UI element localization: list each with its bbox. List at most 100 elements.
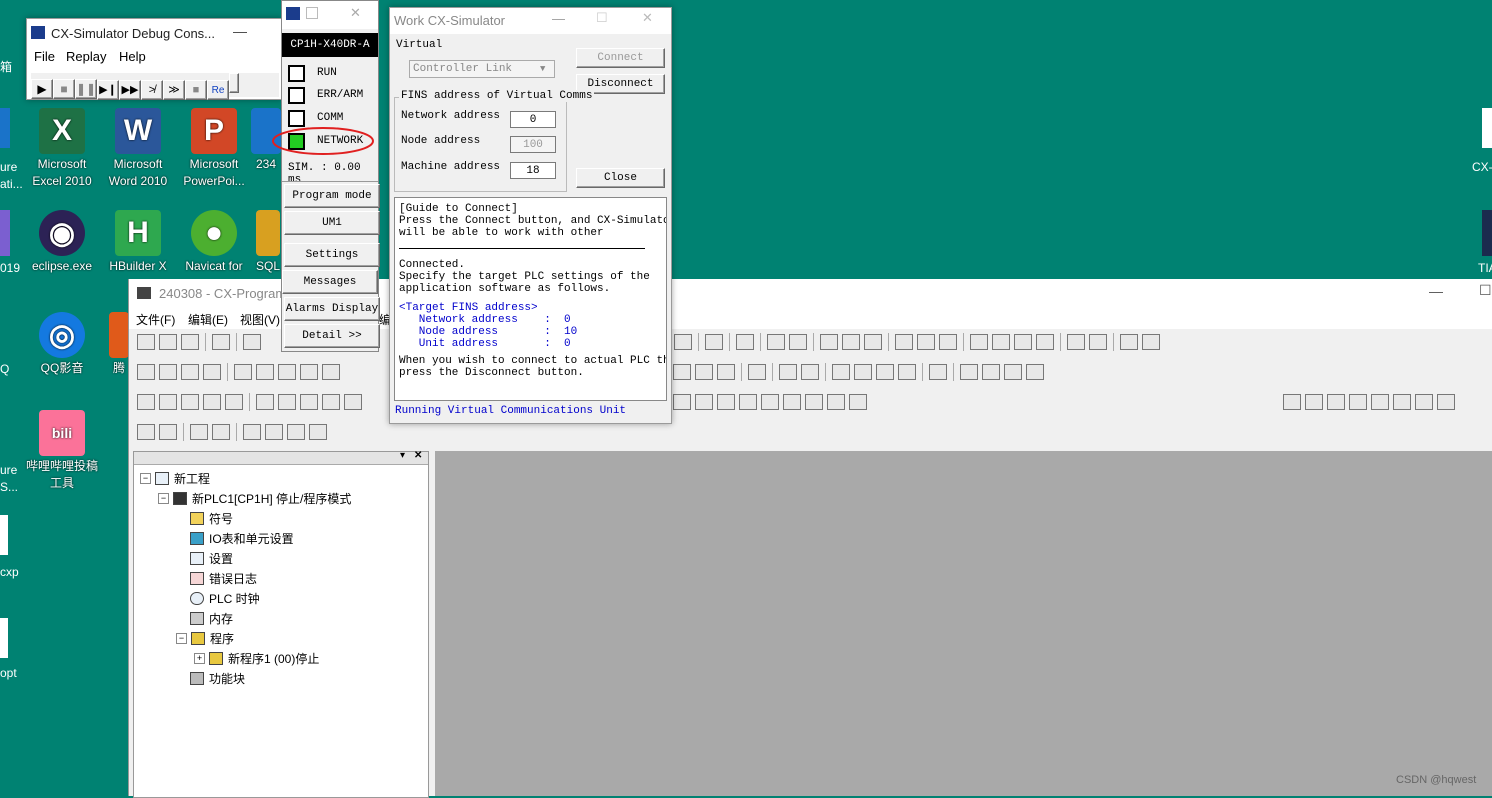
tool-icon[interactable] xyxy=(1415,394,1433,410)
io-icon[interactable] xyxy=(1025,364,1044,380)
network-address-field[interactable]: 0 xyxy=(510,111,556,128)
partial-file-icon[interactable] xyxy=(0,618,8,658)
align-icon[interactable] xyxy=(212,424,230,440)
node-address-field[interactable]: 100 xyxy=(510,136,556,153)
reset-icon[interactable] xyxy=(938,334,957,350)
list-icon[interactable] xyxy=(278,364,296,380)
step-icon[interactable] xyxy=(782,394,801,410)
menu-help[interactable]: Help xyxy=(119,49,146,64)
menu-file[interactable]: 文件(F) xyxy=(136,311,175,328)
zoom-in-icon[interactable] xyxy=(181,364,199,380)
minimize-button[interactable]: — xyxy=(552,11,565,26)
instr-icon[interactable] xyxy=(778,364,797,380)
fast-forward-icon[interactable] xyxy=(826,394,845,410)
select-icon[interactable] xyxy=(137,364,155,380)
expand-icon[interactable]: + xyxy=(194,653,205,664)
verify-icon[interactable] xyxy=(863,334,882,350)
tree-root[interactable]: − 新工程 xyxy=(140,470,210,487)
tool-icon[interactable] xyxy=(1305,394,1323,410)
partial-app-icon[interactable] xyxy=(0,108,10,148)
detail-button[interactable]: Detail >> xyxy=(284,324,380,348)
partial-file-icon[interactable] xyxy=(0,515,8,555)
tool-icon[interactable] xyxy=(1141,334,1160,350)
sim-icon[interactable] xyxy=(672,394,691,410)
stop-icon[interactable]: ■ xyxy=(53,79,75,99)
tool-icon[interactable] xyxy=(287,424,305,440)
tree-item-settings[interactable]: 设置 xyxy=(190,550,233,567)
skip-icon[interactable]: ≫ xyxy=(163,80,185,100)
stop-icon[interactable] xyxy=(716,394,735,410)
grid-icon[interactable] xyxy=(234,364,252,380)
view-icon[interactable] xyxy=(1013,334,1032,350)
collapse-icon[interactable]: − xyxy=(176,633,187,644)
window-icon[interactable] xyxy=(203,394,221,410)
ladder-icon[interactable] xyxy=(300,364,318,380)
word-desktop-icon[interactable]: W Microsoft Word 2010 xyxy=(98,108,178,190)
record-icon[interactable]: ■ xyxy=(185,80,207,100)
monitor-icon[interactable] xyxy=(673,334,692,350)
tencent-desktop-icon[interactable]: 腾 xyxy=(108,312,130,377)
qq-player-desktop-icon[interactable]: ◎ QQ影音 xyxy=(22,312,102,377)
line-icon[interactable] xyxy=(716,364,735,380)
play-icon[interactable] xyxy=(694,394,713,410)
menu-replay[interactable]: Replay xyxy=(66,49,106,64)
tree-item-error-log[interactable]: 错误日志 xyxy=(190,570,257,587)
tree-item-plc-clock[interactable]: PLC 时钟 xyxy=(190,590,260,607)
window-icon[interactable] xyxy=(322,394,340,410)
window-icon[interactable] xyxy=(256,394,274,410)
io-icon[interactable] xyxy=(981,364,1000,380)
tool-icon[interactable] xyxy=(1437,394,1455,410)
fast-forward-icon[interactable]: ▶▶ xyxy=(119,80,141,100)
replay-icon[interactable]: Re xyxy=(207,80,229,100)
io-icon[interactable] xyxy=(928,364,947,380)
hbuilder-desktop-icon[interactable]: H HBuilder X xyxy=(98,210,178,275)
tree-plc[interactable]: − 新PLC1[CP1H] 停止/程序模式 xyxy=(158,490,351,507)
window-icon[interactable] xyxy=(300,394,318,410)
collapse-icon[interactable]: − xyxy=(158,493,169,504)
transfer-icon[interactable] xyxy=(704,334,723,350)
skip-icon[interactable] xyxy=(848,394,867,410)
window-icon[interactable] xyxy=(181,394,199,410)
close-button[interactable]: ✕ xyxy=(350,5,361,21)
tree-item-io-table[interactable]: IO表和单元设置 xyxy=(190,530,294,547)
io-icon[interactable] xyxy=(959,364,978,380)
eclipse-desktop-icon[interactable]: ◉ eclipse.exe xyxy=(22,210,102,275)
view-icon[interactable] xyxy=(1035,334,1054,350)
pause-icon[interactable]: ❚❚ xyxy=(75,79,97,99)
zoom-out-icon[interactable] xyxy=(203,364,221,380)
tree-item-function-blocks[interactable]: 功能块 xyxy=(190,670,245,687)
alarms-display-button[interactable]: Alarms Display xyxy=(284,297,380,321)
window-icon[interactable] xyxy=(225,394,243,410)
set-icon[interactable] xyxy=(916,334,935,350)
virtual-select[interactable]: Controller Link ▼ xyxy=(409,60,555,78)
excel-desktop-icon[interactable]: X Microsoft Excel 2010 xyxy=(22,108,102,190)
new-icon[interactable] xyxy=(137,334,155,350)
settings-button[interactable]: Settings xyxy=(284,243,380,267)
instr-icon[interactable] xyxy=(800,364,819,380)
connect-button[interactable]: Connect xyxy=(576,48,665,68)
contact-icon[interactable] xyxy=(672,364,691,380)
print-icon[interactable] xyxy=(243,334,261,350)
instr-icon[interactable] xyxy=(747,364,766,380)
io-icon[interactable] xyxy=(1003,364,1022,380)
play-icon[interactable]: ▶ xyxy=(31,79,53,99)
maximize-button[interactable]: ☐ xyxy=(596,10,608,26)
tool-icon[interactable] xyxy=(1349,394,1367,410)
upload-icon[interactable] xyxy=(841,334,860,350)
view-icon[interactable] xyxy=(991,334,1010,350)
instr-icon[interactable] xyxy=(831,364,850,380)
pause-icon[interactable] xyxy=(788,334,807,350)
tool-icon[interactable] xyxy=(1371,394,1389,410)
window-icon[interactable] xyxy=(137,394,155,410)
close-button[interactable]: ✕ xyxy=(642,10,653,26)
tree-item-memory[interactable]: 内存 xyxy=(190,610,233,627)
step-out-icon[interactable]: ≯ xyxy=(141,80,163,100)
cut-icon[interactable] xyxy=(159,364,177,380)
tool-icon[interactable] xyxy=(265,424,283,440)
menu-view[interactable]: 视图(V) xyxy=(240,311,280,328)
window-icon[interactable] xyxy=(159,394,177,410)
tool-icon[interactable] xyxy=(1088,334,1107,350)
maximize-button[interactable] xyxy=(306,7,318,19)
menu-file[interactable]: File xyxy=(34,49,55,64)
comment-icon[interactable] xyxy=(256,364,274,380)
